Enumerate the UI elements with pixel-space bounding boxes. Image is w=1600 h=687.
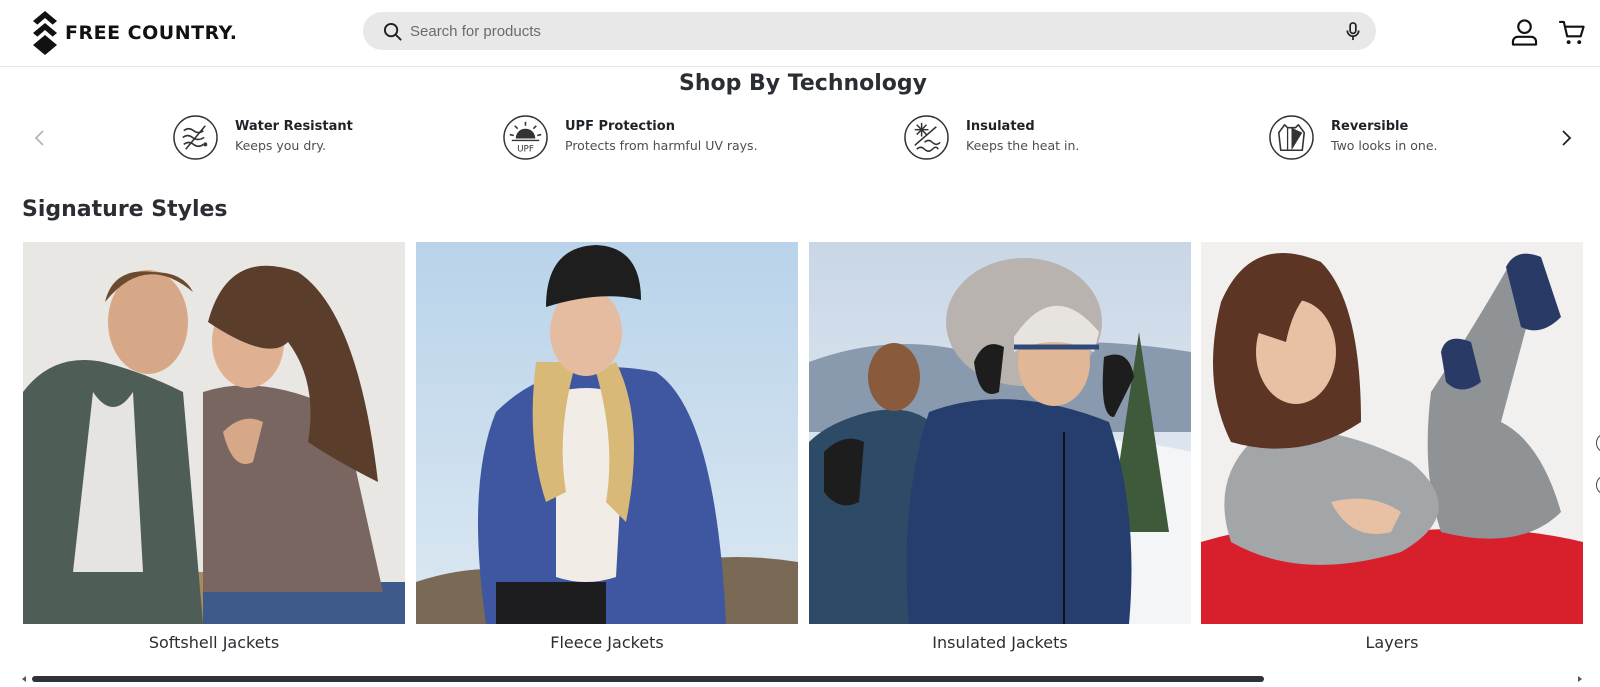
tech-item-name: Insulated <box>966 119 1035 134</box>
site-header: FREE COUNTRY. <box>0 0 1600 67</box>
search-bar[interactable] <box>363 12 1376 50</box>
tech-item-desc: Protects from harmful UV rays. <box>565 138 758 153</box>
tech-item-upf-protection[interactable]: UPF UPF Protection Protects from harmful… <box>502 113 758 161</box>
horizontal-scrollbar[interactable] <box>32 676 1572 682</box>
floating-widget-button[interactable] <box>1596 475 1600 495</box>
fleece-jackets-image[interactable] <box>416 242 798 624</box>
upf-icon-text: UPF <box>517 144 534 154</box>
category-card-label[interactable]: Layers <box>1201 633 1583 652</box>
layers-image[interactable] <box>1201 242 1583 624</box>
softshell-jackets-image[interactable] <box>23 242 405 624</box>
tech-item-name: UPF Protection <box>565 119 675 134</box>
microphone-icon[interactable] <box>1344 22 1362 41</box>
water-resistant-icon <box>173 114 218 160</box>
category-card-label[interactable]: Softshell Jackets <box>23 633 405 652</box>
insulated-snowflake-icon <box>904 114 949 160</box>
tech-item-name: Reversible <box>1331 119 1409 134</box>
tech-item-desc: Keeps the heat in. <box>966 138 1080 153</box>
tech-item-water-resistant[interactable]: Water Resistant Keeps you dry. <box>172 113 353 161</box>
chevron-right-icon[interactable] <box>1556 128 1576 148</box>
scroll-left-arrow-icon[interactable] <box>22 676 26 682</box>
chevron-left-icon[interactable] <box>30 128 50 148</box>
upf-sun-icon: UPF <box>503 114 548 160</box>
cart-icon[interactable] <box>1559 19 1586 46</box>
brand-name: FREE COUNTRY. <box>65 22 238 44</box>
category-card-label[interactable]: Fleece Jackets <box>416 633 798 652</box>
search-input[interactable] <box>410 12 1290 50</box>
insulated-jackets-image[interactable] <box>809 242 1191 624</box>
tech-item-name: Water Resistant <box>235 119 353 134</box>
technology-heading: Shop By Technology <box>678 71 928 96</box>
category-card-label[interactable]: Insulated Jackets <box>809 633 1191 652</box>
category-card-insulated-jackets[interactable]: Insulated Jackets <box>809 242 1191 652</box>
scroll-right-arrow-icon[interactable] <box>1578 676 1582 682</box>
brand-logo[interactable]: FREE COUNTRY. <box>33 11 238 55</box>
search-icon[interactable] <box>383 22 402 41</box>
tech-item-reversible[interactable]: Reversible Two looks in one. <box>1268 113 1438 161</box>
floating-widget-button[interactable] <box>1596 433 1600 453</box>
reversible-jacket-icon <box>1269 114 1314 160</box>
category-card-softshell-jackets[interactable]: Softshell Jackets <box>23 242 405 652</box>
tech-item-desc: Two looks in one. <box>1331 138 1438 153</box>
category-card-fleece-jackets[interactable]: Fleece Jackets <box>416 242 798 652</box>
scrollbar-thumb[interactable] <box>32 676 1264 682</box>
account-icon[interactable] <box>1511 18 1538 46</box>
brand-logo-mark-icon <box>33 11 57 55</box>
tech-item-insulated[interactable]: Insulated Keeps the heat in. <box>903 113 1079 161</box>
signature-styles-heading: Signature Styles <box>22 197 228 222</box>
tech-item-desc: Keeps you dry. <box>235 138 326 153</box>
category-card-layers[interactable]: Layers <box>1201 242 1583 652</box>
